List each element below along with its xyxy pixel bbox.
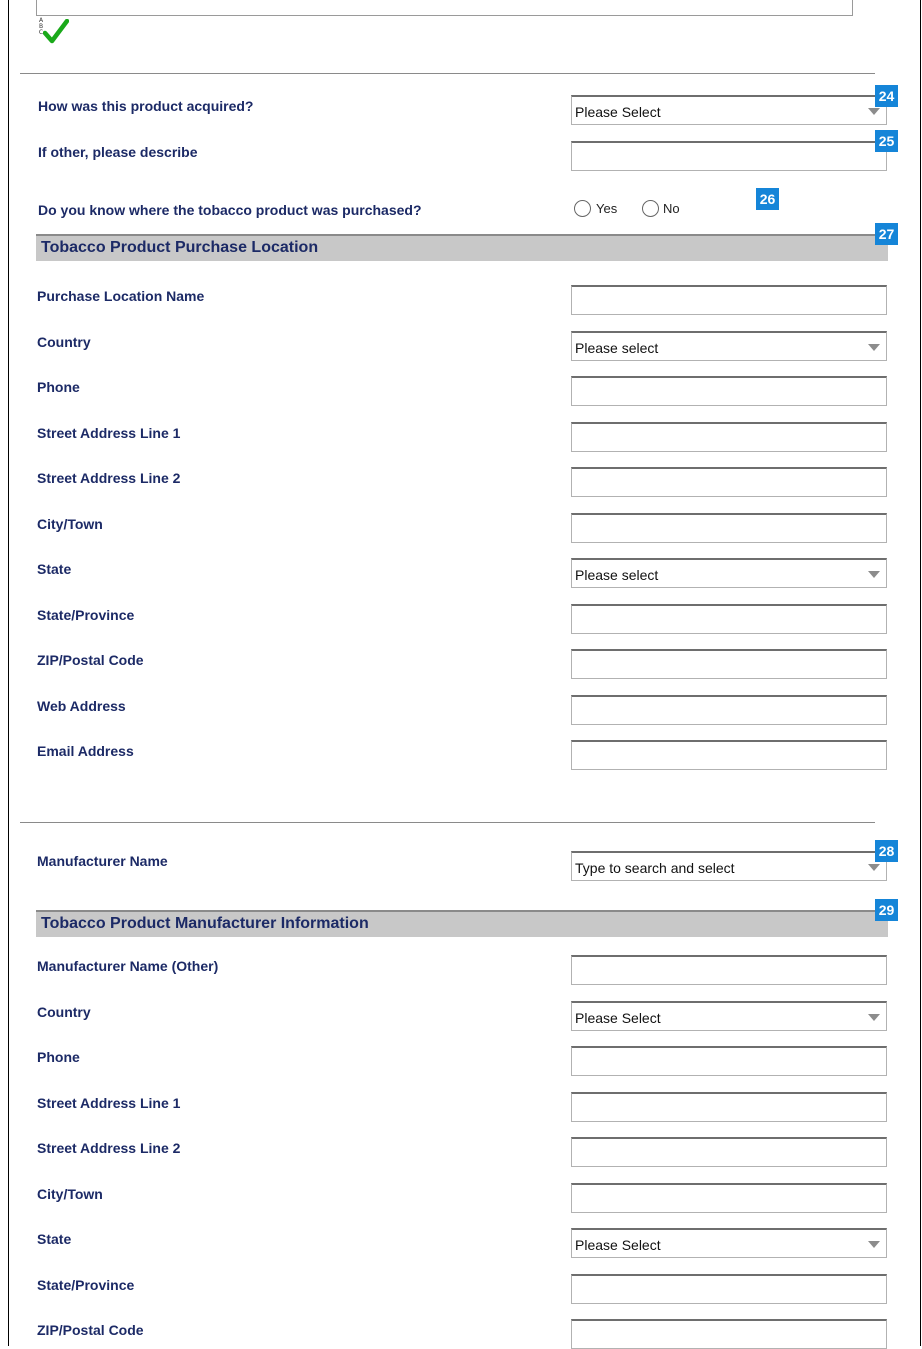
manufacturer-city-town-label: City/Town xyxy=(37,1185,103,1202)
purchase-street-address-line-2-input[interactable] xyxy=(571,467,887,497)
other-describe-input[interactable] xyxy=(571,141,887,171)
step-badge: 25 xyxy=(875,130,898,152)
manufacturer-manufacturer-name-other-input[interactable] xyxy=(571,955,887,985)
manufacturer-state-select[interactable]: Please Select xyxy=(571,1228,887,1258)
purchase-street-address-line-1-label: Street Address Line 1 xyxy=(37,424,181,441)
section-title: Tobacco Product Manufacturer Information xyxy=(41,915,369,932)
manufacturer-phone-label: Phone xyxy=(37,1049,80,1065)
purchase-zip-postal-code-input[interactable] xyxy=(571,649,887,679)
select-value: Please Select xyxy=(575,1237,661,1253)
chevron-down-icon xyxy=(868,1013,880,1021)
purchase-web-address-input[interactable] xyxy=(571,694,887,725)
acquired-select-value: Please Select xyxy=(575,104,661,120)
chevron-down-icon xyxy=(868,864,880,871)
manufacturer-street-address-line-1-input[interactable] xyxy=(571,1091,887,1122)
manufacturer-street-address-line-2-input[interactable] xyxy=(571,1137,887,1167)
acquired-select[interactable]: Please Select xyxy=(571,95,887,125)
divider xyxy=(20,73,875,74)
purchase-city-town-label: City/Town xyxy=(37,515,103,532)
purchase-location-section-header: Tobacco Product Purchase Location xyxy=(36,234,888,261)
manufacturer-country-label: Country xyxy=(37,1003,91,1020)
manufacturer-manufacturer-name-other-label: Manufacturer Name (Other) xyxy=(37,958,219,974)
spellcheck-button[interactable]: A B C xyxy=(38,17,72,47)
radio-no-label: No xyxy=(663,201,680,216)
manufacturer-street-address-line-2-label: Street Address Line 2 xyxy=(37,1140,181,1156)
purchase-state-label: State xyxy=(37,561,72,577)
manufacturer-city-town-input[interactable] xyxy=(571,1182,887,1213)
purchase-phone-label: Phone xyxy=(37,379,80,395)
step-badge: 26 xyxy=(756,188,779,210)
step-badge: 27 xyxy=(875,223,898,245)
purchase-street-address-line-1-input[interactable] xyxy=(571,421,887,452)
purchase-email-address-label: Email Address xyxy=(37,743,134,759)
select-value: Please select xyxy=(575,567,659,583)
purchase-state-province-input[interactable] xyxy=(571,603,887,634)
purchase-purchase-location-name-input[interactable] xyxy=(571,285,887,315)
purchase-country-select[interactable]: Please select xyxy=(571,330,887,361)
manufacturer-state-label: State xyxy=(37,1231,72,1247)
purchase-city-town-input[interactable] xyxy=(571,512,887,543)
radio-no[interactable] xyxy=(642,200,659,217)
step-badge: 29 xyxy=(875,899,898,921)
purchase-country-label: Country xyxy=(37,333,91,350)
purchase-email-address-input[interactable] xyxy=(571,740,887,770)
manufacturer-zip-postal-code-input[interactable] xyxy=(571,1319,887,1349)
purchase-street-address-line-2-label: Street Address Line 2 xyxy=(37,470,181,486)
radio-yes[interactable] xyxy=(574,200,591,217)
manufacturer-name-label: Manufacturer Name xyxy=(37,853,168,869)
select-value: Please Select xyxy=(575,1009,661,1026)
manufacturer-info-section-header: Tobacco Product Manufacturer Information xyxy=(36,910,888,937)
acquired-question-label: How was this product acquired? xyxy=(38,98,254,114)
manufacturer-name-combobox[interactable]: Type to search and select xyxy=(571,851,887,881)
step-badge: 24 xyxy=(875,85,898,107)
manufacturer-phone-input[interactable] xyxy=(571,1046,887,1076)
chevron-down-icon xyxy=(868,108,880,115)
purchase-purchase-location-name-label: Purchase Location Name xyxy=(37,288,205,304)
purchase-state-select[interactable]: Please select xyxy=(571,558,887,588)
divider xyxy=(20,822,875,823)
step-badge: 28 xyxy=(875,840,898,862)
other-describe-label: If other, please describe xyxy=(38,144,198,160)
radio-yes-label: Yes xyxy=(596,201,618,216)
chevron-down-icon xyxy=(868,1241,880,1248)
section-title: Tobacco Product Purchase Location xyxy=(41,239,319,256)
manufacturer-state-province-input[interactable] xyxy=(571,1273,887,1304)
manufacturer-street-address-line-1-label: Street Address Line 1 xyxy=(37,1094,181,1111)
purchase-known-label: Do you know where the tobacco product wa… xyxy=(38,202,422,218)
chevron-down-icon xyxy=(868,571,880,578)
spellcheck-checkmark-icon xyxy=(43,19,69,44)
manufacturer-state-province-label: State/Province xyxy=(37,1276,135,1293)
select-value: Please select xyxy=(575,339,659,356)
manufacturer-zip-postal-code-label: ZIP/Postal Code xyxy=(37,1322,144,1338)
purchase-zip-postal-code-label: ZIP/Postal Code xyxy=(37,652,144,668)
purchase-state-province-label: State/Province xyxy=(37,606,135,623)
purchase-phone-input[interactable] xyxy=(571,376,887,406)
chevron-down-icon xyxy=(868,343,880,351)
manufacturer-country-select[interactable]: Please Select xyxy=(571,1000,887,1031)
purchase-web-address-label: Web Address xyxy=(37,697,126,714)
manufacturer-name-placeholder: Type to search and select xyxy=(575,860,735,876)
previous-textarea[interactable] xyxy=(36,0,853,16)
